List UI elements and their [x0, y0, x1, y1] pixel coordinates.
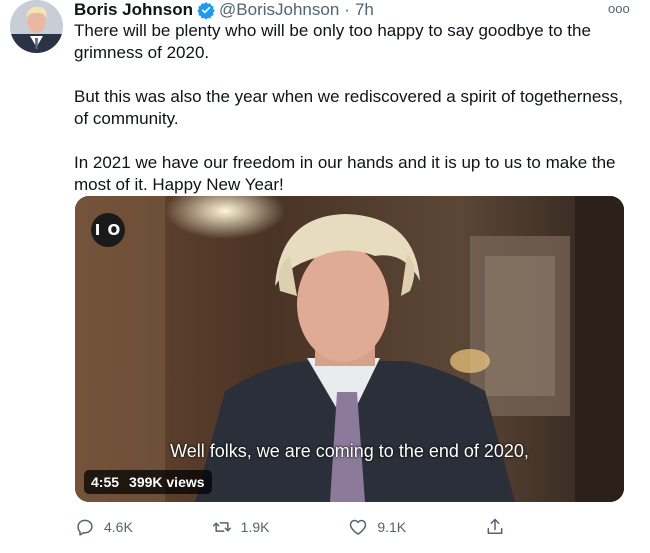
avatar-image — [10, 0, 63, 53]
video-caption: Well folks, we are coming to the end of … — [170, 441, 529, 461]
retweet-count: 1.9K — [240, 519, 270, 535]
reply-count: 4.6K — [104, 519, 133, 535]
video-meta: 4:55 399K views — [84, 470, 212, 494]
reply-icon — [77, 519, 93, 536]
share-icon — [487, 518, 503, 534]
author-name[interactable]: Boris Johnson — [74, 0, 193, 20]
verified-badge-icon — [197, 1, 215, 20]
video-player[interactable]: I O Well folks, we are coming to the end… — [75, 196, 624, 502]
tweet-time[interactable]: 7h — [355, 0, 374, 20]
tweet-paragraph-1: There will be plenty who will be only to… — [74, 21, 591, 62]
tweet-text: There will be plenty who will be only to… — [74, 20, 634, 218]
video-views: 399K views — [129, 474, 205, 490]
share-button[interactable] — [485, 517, 545, 537]
like-button[interactable]: 9.1K — [348, 517, 408, 537]
tweet-header: Boris Johnson @BorisJohnson · 7h — [74, 0, 634, 20]
reply-button[interactable]: 4.6K — [75, 517, 135, 537]
avatar[interactable] — [10, 0, 63, 53]
tweet-paragraph-2: But this was also the year when we redis… — [74, 87, 624, 128]
more-icon[interactable]: ooo — [608, 1, 630, 16]
like-count: 9.1K — [377, 519, 407, 535]
author-handle[interactable]: @BorisJohnson — [219, 0, 339, 20]
retweet-icon — [212, 522, 231, 532]
header-separator: · — [344, 0, 350, 19]
logo-badge: I O — [91, 213, 125, 247]
retweet-button[interactable]: 1.9K — [212, 517, 272, 537]
tweet-paragraph-3: In 2021 we have our freedom in our hands… — [74, 153, 616, 194]
video-duration: 4:55 — [91, 474, 120, 490]
like-icon — [350, 519, 367, 535]
tweet-actions: 4.6K 1.9K 9.1K — [75, 512, 545, 542]
